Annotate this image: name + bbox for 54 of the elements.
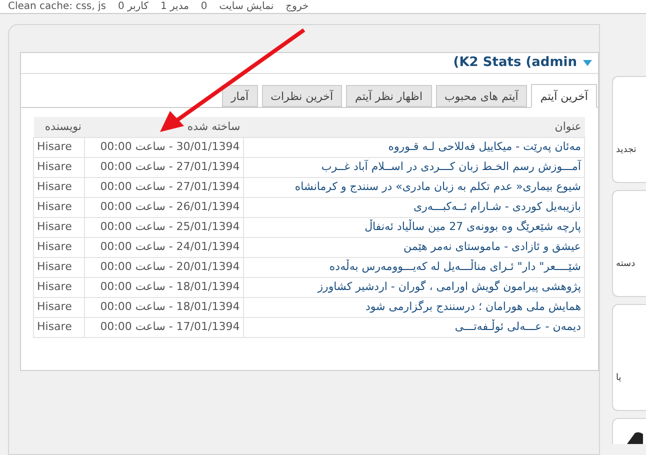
item-title-link[interactable]: شێــــعر" دار" ئـرای مناڵـــه‌یل له که‌یـــوومه‌رس به‌ڵه‌ده [243,257,584,277]
toolbar-link[interactable]: 1 مدیر [160,2,189,12]
table-cell: 17/01/1394 - ساعت 00:00 [84,317,244,337]
column-header: ساخته شده [84,117,244,137]
card-label: دسته [616,258,636,270]
collapse-triangle-icon[interactable] [583,60,592,66]
card-label: تجدید [616,144,636,156]
shortcut-card[interactable]: یا [612,304,646,411]
table-cell: Hisare [34,157,84,177]
table-cell: 18/01/1394 - ساعت 00:00 [84,277,244,297]
table-cell: 18/01/1394 - ساعت 00:00 [84,297,244,317]
item-title-link[interactable]: همایش ملی هورامان ؛ درسنندج برگزارمی شود [243,297,584,317]
table-cell: Hisare [34,237,84,257]
shortcut-card[interactable] [612,418,646,444]
toolbar-link[interactable]: Clean cache: css, js [8,2,106,12]
item-title-link[interactable]: پارچه شێعرێگ وه بوونه‌ی 27 مین ساڵیاد ئه‌نفاڵ [243,217,584,237]
item-title-link[interactable]: آمـــوزش رسم الخـط زبان کـــردی در اســلام آباد غــرب [243,157,584,177]
toolbar-link[interactable]: نمایش سایت [219,2,274,12]
toolbar-link[interactable]: 0 کاربر [118,2,148,12]
tab[interactable]: آخرین آیتم [531,84,597,108]
table-cell: Hisare [34,217,84,237]
table-cell: Hisare [34,297,84,317]
table-cell: 27/01/1394 - ساعت 00:00 [84,157,244,177]
item-title-link[interactable]: دیمه‌ن - عـــه‌لی ئوڵـفه‌تـــی [243,317,584,337]
module-title: (K2 Stats (admin [453,54,577,72]
tab[interactable]: آخرین نظرات [262,85,342,107]
table-cell: 27/01/1394 - ساعت 00:00 [84,177,244,197]
table-cell: Hisare [34,197,84,217]
table-cell: Hisare [34,137,84,157]
table-cell: 30/01/1394 - ساعت 00:00 [84,137,244,157]
shortcut-card[interactable]: تجدید [612,76,646,183]
item-title-link[interactable]: عیشق و ئازادی - ماموستای نه‌مر هێمن [243,237,584,257]
toolbar-link[interactable]: خروج [286,2,309,12]
shortcut-card[interactable]: دسته [612,190,646,297]
item-title-link[interactable]: مه‌ئان په‌رێت - میکاییل فه‌للاحی لـه قـوروه [243,137,584,157]
card-label: یا [616,372,622,384]
column-header: نویسنده [34,117,84,137]
table-cell: Hisare [34,177,84,197]
table-cell: Hisare [34,257,84,277]
item-title-link[interactable]: پژوهشی پیرامون گویش اورامی ، گوران - اردشیر کشاورز [243,277,584,297]
table-cell: 25/01/1394 - ساعت 00:00 [84,217,244,237]
table-cell: Hisare [34,317,84,337]
table-cell: 24/01/1394 - ساعت 00:00 [84,237,244,257]
column-header: عنوان [243,117,584,137]
toolbar-link[interactable]: 0 [200,2,208,12]
table-cell: Hisare [34,277,84,297]
tab[interactable]: آیتم های محبوب [436,85,528,107]
tab[interactable]: آمار [222,85,258,107]
tab[interactable]: اظهار نظر آیتم [346,85,432,107]
item-title-link[interactable]: شیوع بیماری« عدم تکلم به زبان مادری» در سنندج و کرمانشاه [243,177,584,197]
table-cell: 26/01/1394 - ساعت 00:00 [84,197,244,217]
table-cell: 20/01/1394 - ساعت 00:00 [84,257,244,277]
item-title-link[interactable]: بازیبه‌یل کوردی - شـارام ئــه‌کبـــه‌ری [243,197,584,217]
dark-shape-icon [627,432,643,444]
